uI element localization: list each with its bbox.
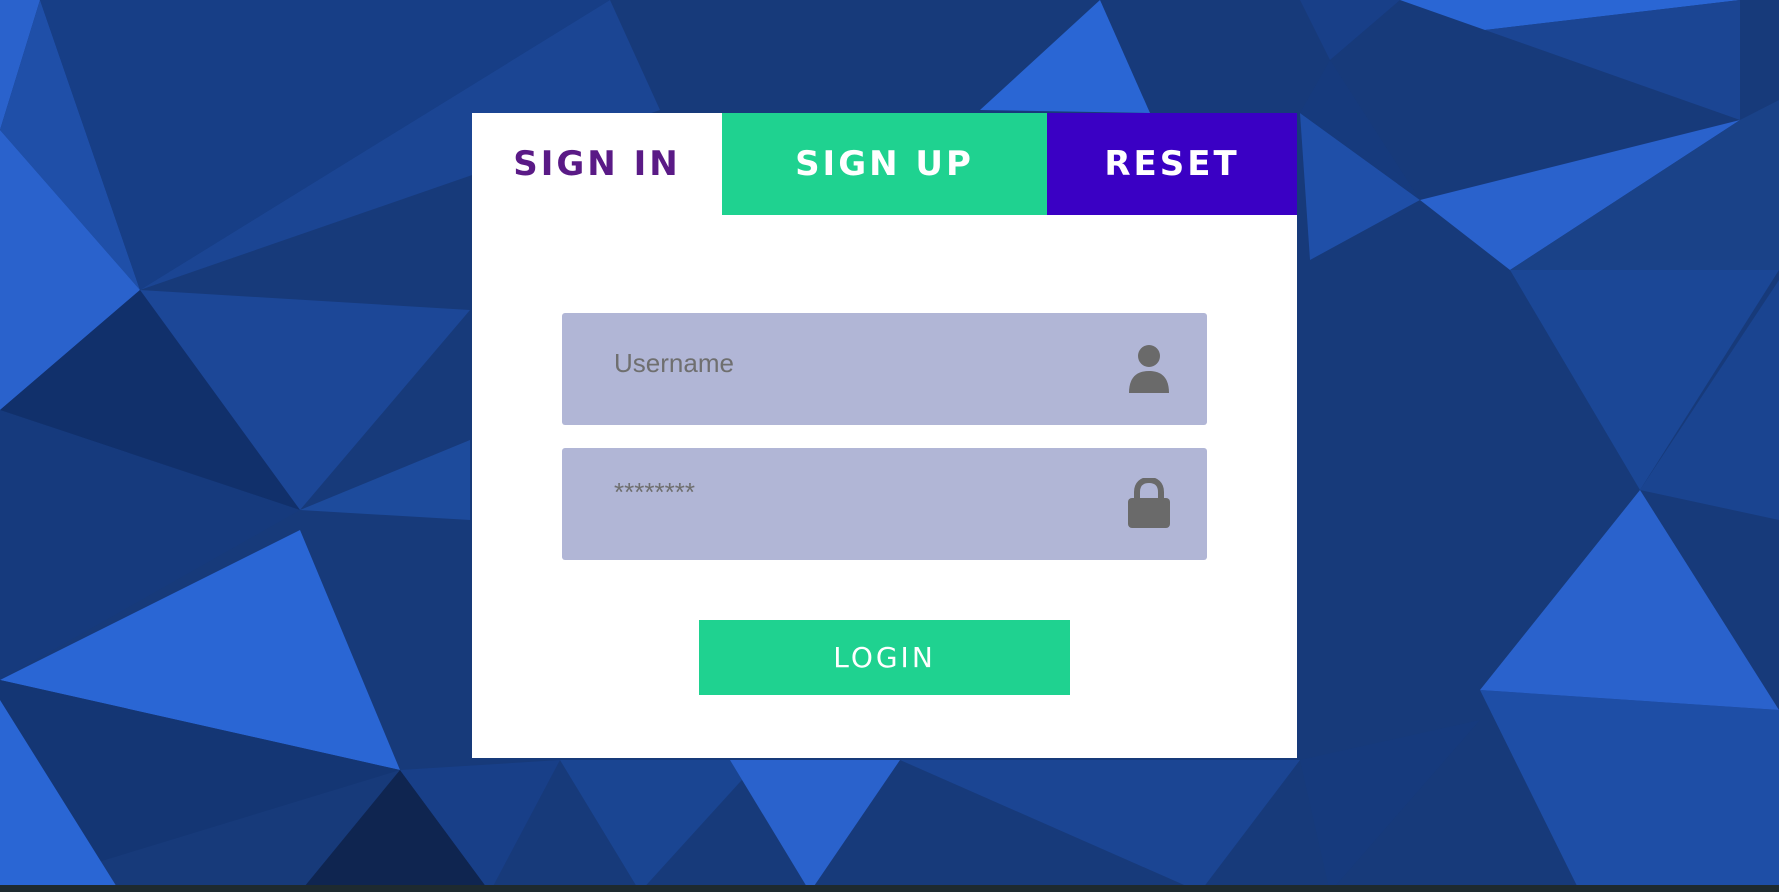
bottom-strip [0,885,1779,892]
lock-icon [1128,478,1170,528]
tab-reset[interactable]: RESET [1047,113,1297,215]
tab-sign-up[interactable]: SIGN UP [722,113,1047,215]
password-field [562,436,1207,560]
tab-bar: SIGN IN SIGN UP RESET [472,113,1297,215]
page-background: SIGN IN SIGN UP RESET LOGIN [0,0,1779,892]
login-card: SIGN IN SIGN UP RESET LOGIN [472,113,1297,758]
user-icon [1129,345,1169,393]
password-input[interactable] [562,436,1122,548]
tab-sign-in[interactable]: SIGN IN [472,113,722,215]
username-field [562,307,1207,425]
login-button[interactable]: LOGIN [699,620,1070,695]
username-input[interactable] [562,307,1122,419]
